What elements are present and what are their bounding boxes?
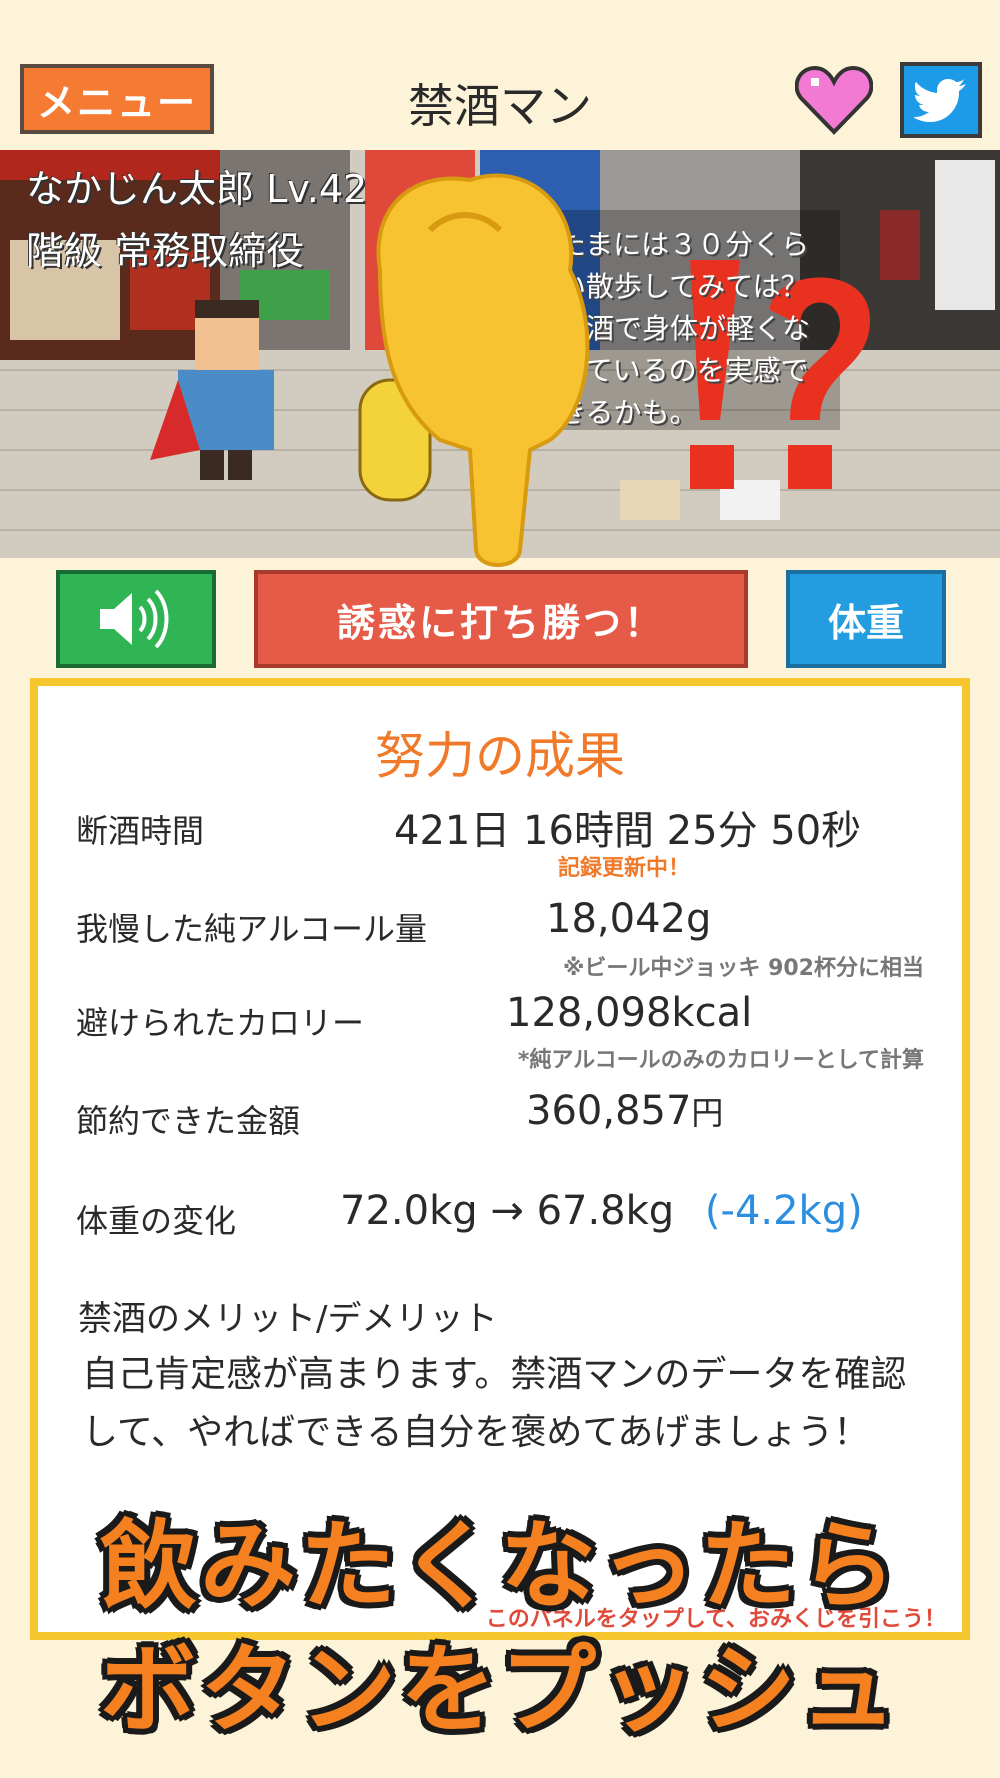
money-amount: 360,857 <box>526 1088 692 1134</box>
speaker-icon <box>100 589 169 649</box>
results-title: 努力の成果 <box>375 727 625 785</box>
player-rank: 階級 常務取締役 <box>26 229 305 273</box>
twitter-bird-icon <box>914 79 966 122</box>
merit-title: 禁酒のメリット/デメリット <box>78 1299 498 1339</box>
weight-change-label: 体重の変化 <box>76 1202 237 1240</box>
twitter-button[interactable] <box>900 62 982 138</box>
weight-diff: (-4.2kg) <box>704 1188 863 1234</box>
calorie-value: 128,098kcal <box>506 990 753 1036</box>
weight-from-to: 72.0kg → 67.8kg <box>340 1188 675 1234</box>
record-badge: 記録更新中！ <box>558 856 691 881</box>
money-unit: 円 <box>691 1094 724 1132</box>
abstinence-value: 421日 16時間 25分 50秒 <box>394 808 862 854</box>
alcohol-label: 我慢した純アルコール量 <box>76 910 428 948</box>
calorie-label: 避けられたカロリー <box>76 1004 365 1042</box>
caption-line-1: 飲みたくなったら <box>100 1510 900 1622</box>
abstinence-label: 断酒時間 <box>76 812 205 850</box>
merit-text: 自己肯定感が高まります。禁酒マンのデータを確認して、やればできる自分を褒めてあげ… <box>82 1354 907 1453</box>
pointing-hand-icon <box>376 173 590 567</box>
resist-temptation-button[interactable]: 誘惑に打ち勝つ！ <box>254 570 748 668</box>
caption-line-2: ボタンをプッシュ <box>100 1634 900 1746</box>
weight-button[interactable]: 体重 <box>786 570 946 668</box>
menu-button[interactable]: メニュー <box>20 64 214 134</box>
app-header: メニュー 禁酒マン <box>0 0 1000 150</box>
weight-change-value: 72.0kg → 67.8kg (-4.2kg) <box>340 1188 863 1234</box>
app-title: 禁酒マン <box>408 79 592 133</box>
money-label: 節約できた金額 <box>76 1102 301 1140</box>
sound-button[interactable] <box>56 570 216 668</box>
calorie-note: *純アルコールのみのカロリーとして計算 <box>517 1048 924 1073</box>
heart-icon[interactable] <box>795 64 873 136</box>
player-name: なかじん太郎 Lv.42 <box>26 167 368 211</box>
money-value: 360,857円 <box>526 1088 723 1134</box>
alcohol-value: 18,042g <box>546 896 712 942</box>
alcohol-note: ※ビール中ジョッキ 902杯分に相当 <box>563 956 924 981</box>
